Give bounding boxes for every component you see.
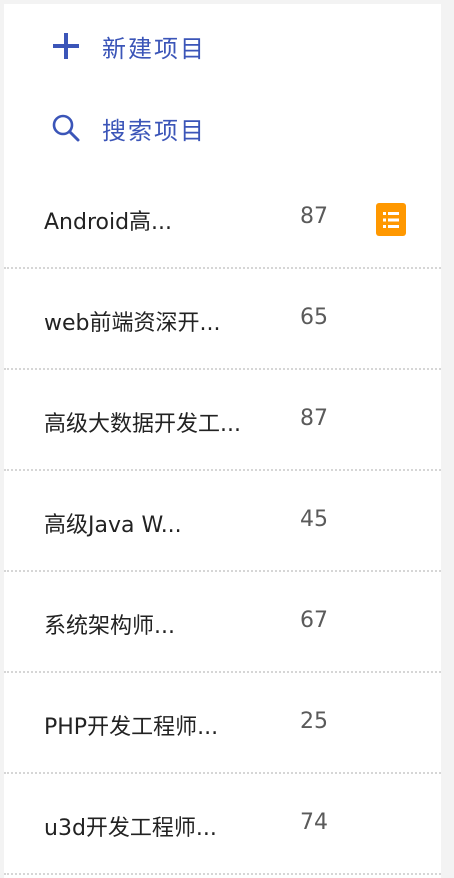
project-count: 67 bbox=[300, 608, 328, 633]
project-name: 高级Java W... bbox=[44, 513, 182, 538]
project-item-php[interactable]: PHP开发工程师... 25 bbox=[4, 673, 441, 774]
project-item-web-frontend[interactable]: web前端资深开... 65 bbox=[4, 269, 441, 370]
project-name: u3d开发工程师... bbox=[44, 816, 217, 841]
project-count: 74 bbox=[300, 810, 328, 835]
project-name: 高级大数据开发工... bbox=[44, 412, 241, 437]
new-project-button[interactable]: 新建项目 bbox=[4, 26, 441, 66]
project-name: 系统架构师... bbox=[44, 614, 175, 639]
project-item-big-data[interactable]: 高级大数据开发工... 87 bbox=[4, 370, 441, 471]
list-icon[interactable] bbox=[376, 203, 406, 236]
project-count: 25 bbox=[300, 709, 328, 734]
project-count: 65 bbox=[300, 305, 328, 330]
project-name: web前端资深开... bbox=[44, 311, 221, 336]
search-icon bbox=[50, 112, 82, 144]
project-name: Android高... bbox=[44, 210, 173, 235]
search-project-button[interactable]: 搜索项目 bbox=[4, 108, 441, 148]
project-item-system-architect[interactable]: 系统架构师... 67 bbox=[4, 572, 441, 673]
project-count: 87 bbox=[300, 204, 328, 229]
new-project-label: 新建项目 bbox=[102, 34, 206, 63]
project-name: PHP开发工程师... bbox=[44, 715, 219, 740]
project-list: Android高... 87 web前端资深开... 65 高级大数据开发工..… bbox=[4, 168, 441, 875]
search-project-label: 搜索项目 bbox=[102, 116, 206, 145]
project-item-android[interactable]: Android高... 87 bbox=[4, 168, 441, 269]
plus-icon bbox=[50, 30, 82, 62]
project-count: 87 bbox=[300, 406, 328, 431]
project-item-java-web[interactable]: 高级Java W... 45 bbox=[4, 471, 441, 572]
project-sidebar: 新建项目 搜索项目 Android高... 87 web前端资深开... 65 … bbox=[4, 4, 441, 878]
project-item-u3d[interactable]: u3d开发工程师... 74 bbox=[4, 774, 441, 875]
project-count: 45 bbox=[300, 507, 328, 532]
